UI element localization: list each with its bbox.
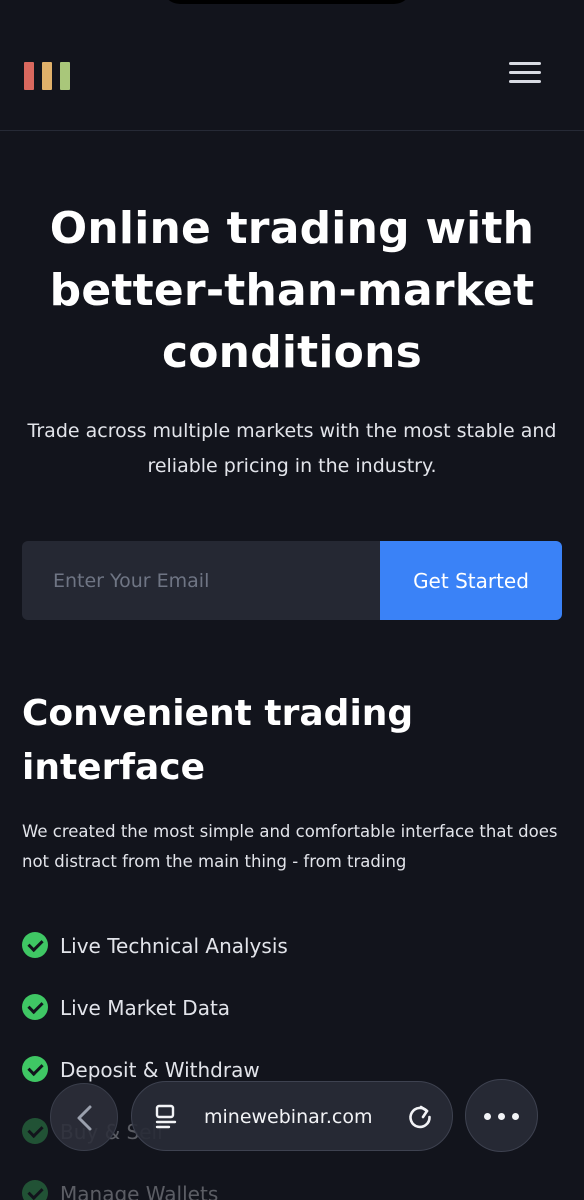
feature-label: Manage Wallets (60, 1182, 219, 1200)
feature-item: Live Technical Analysis (22, 928, 562, 990)
chevron-left-icon (77, 1105, 92, 1131)
site-header (0, 0, 584, 131)
section-title: Convenient trading interface (22, 693, 414, 788)
feature-item: Manage Wallets (22, 1176, 562, 1200)
tabs-icon[interactable] (154, 1104, 180, 1130)
hero-title: Online trading with better-than-market c… (49, 203, 535, 378)
logo-bar-green (60, 62, 70, 90)
back-button[interactable] (50, 1083, 118, 1151)
url-text: minewebinar.com (204, 1106, 373, 1128)
address-bar[interactable]: minewebinar.com (131, 1081, 453, 1151)
hero-subtitle: Trade across multiple markets with the m… (27, 420, 557, 477)
check-circle-icon (22, 1180, 48, 1200)
get-started-button[interactable]: Get Started (380, 541, 562, 620)
email-input[interactable] (22, 541, 380, 620)
check-circle-icon (22, 994, 48, 1020)
check-circle-icon (22, 932, 48, 958)
email-signup-form: Get Started (22, 541, 562, 620)
feature-label: Live Technical Analysis (60, 934, 288, 958)
feature-list: Live Technical Analysis Live Market Data… (22, 928, 562, 1200)
logo-bar-red (24, 62, 34, 90)
feature-label: Live Market Data (60, 996, 231, 1020)
reload-icon[interactable] (405, 1102, 435, 1132)
browser-toolbar: minewebinar.com (0, 1078, 584, 1158)
logo-bar-orange (42, 62, 52, 90)
hamburger-menu-icon[interactable] (505, 58, 545, 88)
section-description: We created the most simple and comfortab… (22, 822, 558, 871)
feature-item: Live Market Data (22, 990, 562, 1052)
more-dots-icon[interactable] (465, 1079, 538, 1152)
site-logo[interactable] (24, 62, 70, 90)
page: Online trading with better-than-market c… (0, 0, 584, 1200)
